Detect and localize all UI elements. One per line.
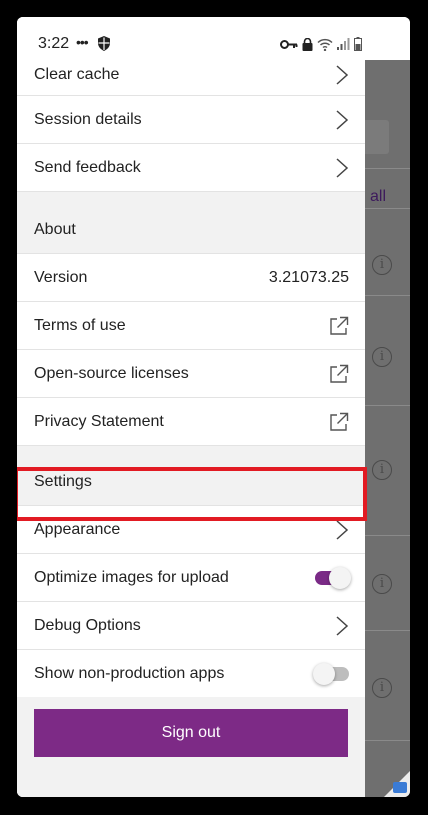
chevron-right-icon — [336, 157, 349, 178]
background-divider — [365, 208, 410, 209]
chevron-right-icon — [336, 615, 349, 636]
info-icon: i — [372, 460, 392, 480]
open-source-licenses-row[interactable]: Open-source licenses — [17, 350, 365, 398]
battery-icon — [354, 37, 362, 51]
wifi-icon — [317, 38, 333, 51]
send-feedback-row[interactable]: Send feedback — [17, 144, 365, 192]
terms-of-use-row[interactable]: Terms of use — [17, 302, 365, 350]
show-non-production-toggle[interactable] — [313, 662, 349, 685]
info-icon: i — [372, 255, 392, 275]
sign-out-area: Sign out — [17, 697, 365, 797]
shield-icon — [98, 36, 110, 51]
privacy-statement-row[interactable]: Privacy Statement — [17, 398, 365, 446]
settings-list: Clear cache Session details Send feedbac… — [17, 55, 365, 698]
background-divider — [365, 295, 410, 296]
debug-options-label: Debug Options — [34, 616, 141, 634]
status-bar: 3:22 ••• — [17, 17, 410, 55]
external-link-icon — [330, 364, 349, 383]
privacy-statement-label: Privacy Statement — [34, 412, 164, 430]
background-app-overlay[interactable]: all i i i i i — [365, 60, 410, 797]
toggle-knob — [329, 566, 351, 589]
signal-icon — [337, 38, 350, 50]
show-non-production-label: Show non-production apps — [34, 664, 225, 682]
background-search-box — [365, 120, 389, 154]
chevron-right-icon — [336, 65, 349, 85]
session-details-label: Session details — [34, 110, 142, 128]
version-label: Version — [34, 268, 88, 286]
version-row: Version 3.21073.25 — [17, 254, 365, 302]
status-icons — [280, 37, 362, 51]
background-divider — [365, 405, 410, 406]
clear-cache-label: Clear cache — [34, 66, 120, 83]
optimize-images-toggle[interactable] — [315, 566, 351, 589]
background-divider — [365, 168, 410, 169]
version-value: 3.21073.25 — [268, 268, 349, 286]
notification-dots-icon: ••• — [76, 34, 89, 50]
vpn-key-icon — [280, 39, 298, 49]
clear-cache-row[interactable]: Clear cache — [17, 55, 365, 96]
background-divider — [365, 740, 410, 741]
lock-icon — [393, 782, 407, 793]
background-divider — [365, 535, 410, 536]
terms-of-use-label: Terms of use — [34, 316, 126, 334]
show-non-production-row: Show non-production apps — [17, 650, 365, 698]
status-time: 3:22 — [38, 35, 70, 52]
chevron-right-icon — [336, 109, 349, 130]
lock-icon — [302, 37, 313, 51]
sign-out-button[interactable]: Sign out — [34, 709, 348, 757]
external-link-icon — [330, 316, 349, 335]
send-feedback-label: Send feedback — [34, 158, 141, 176]
toggle-knob — [313, 662, 335, 685]
settings-drawer: Clear cache Session details Send feedbac… — [17, 17, 367, 797]
optimize-images-label: Optimize images for upload — [34, 568, 229, 586]
about-section-header: About — [17, 192, 365, 254]
external-link-icon — [330, 412, 349, 431]
chevron-right-icon — [336, 519, 349, 540]
debug-options-row[interactable]: Debug Options — [17, 602, 365, 650]
appearance-row[interactable]: Appearance — [17, 506, 365, 554]
info-icon: i — [372, 347, 392, 367]
appearance-label: Appearance — [34, 520, 121, 538]
session-details-row[interactable]: Session details — [17, 96, 365, 144]
open-source-licenses-label: Open-source licenses — [34, 364, 189, 382]
background-see-all-link: all — [370, 188, 387, 205]
info-icon: i — [372, 678, 392, 698]
phone-screen: all i i i i i 3:22 ••• Clear cache Sessi… — [17, 17, 410, 797]
optimize-images-row: Optimize images for upload — [17, 554, 365, 602]
info-icon: i — [372, 574, 392, 594]
settings-section-header: Settings — [17, 446, 365, 506]
background-divider — [365, 630, 410, 631]
